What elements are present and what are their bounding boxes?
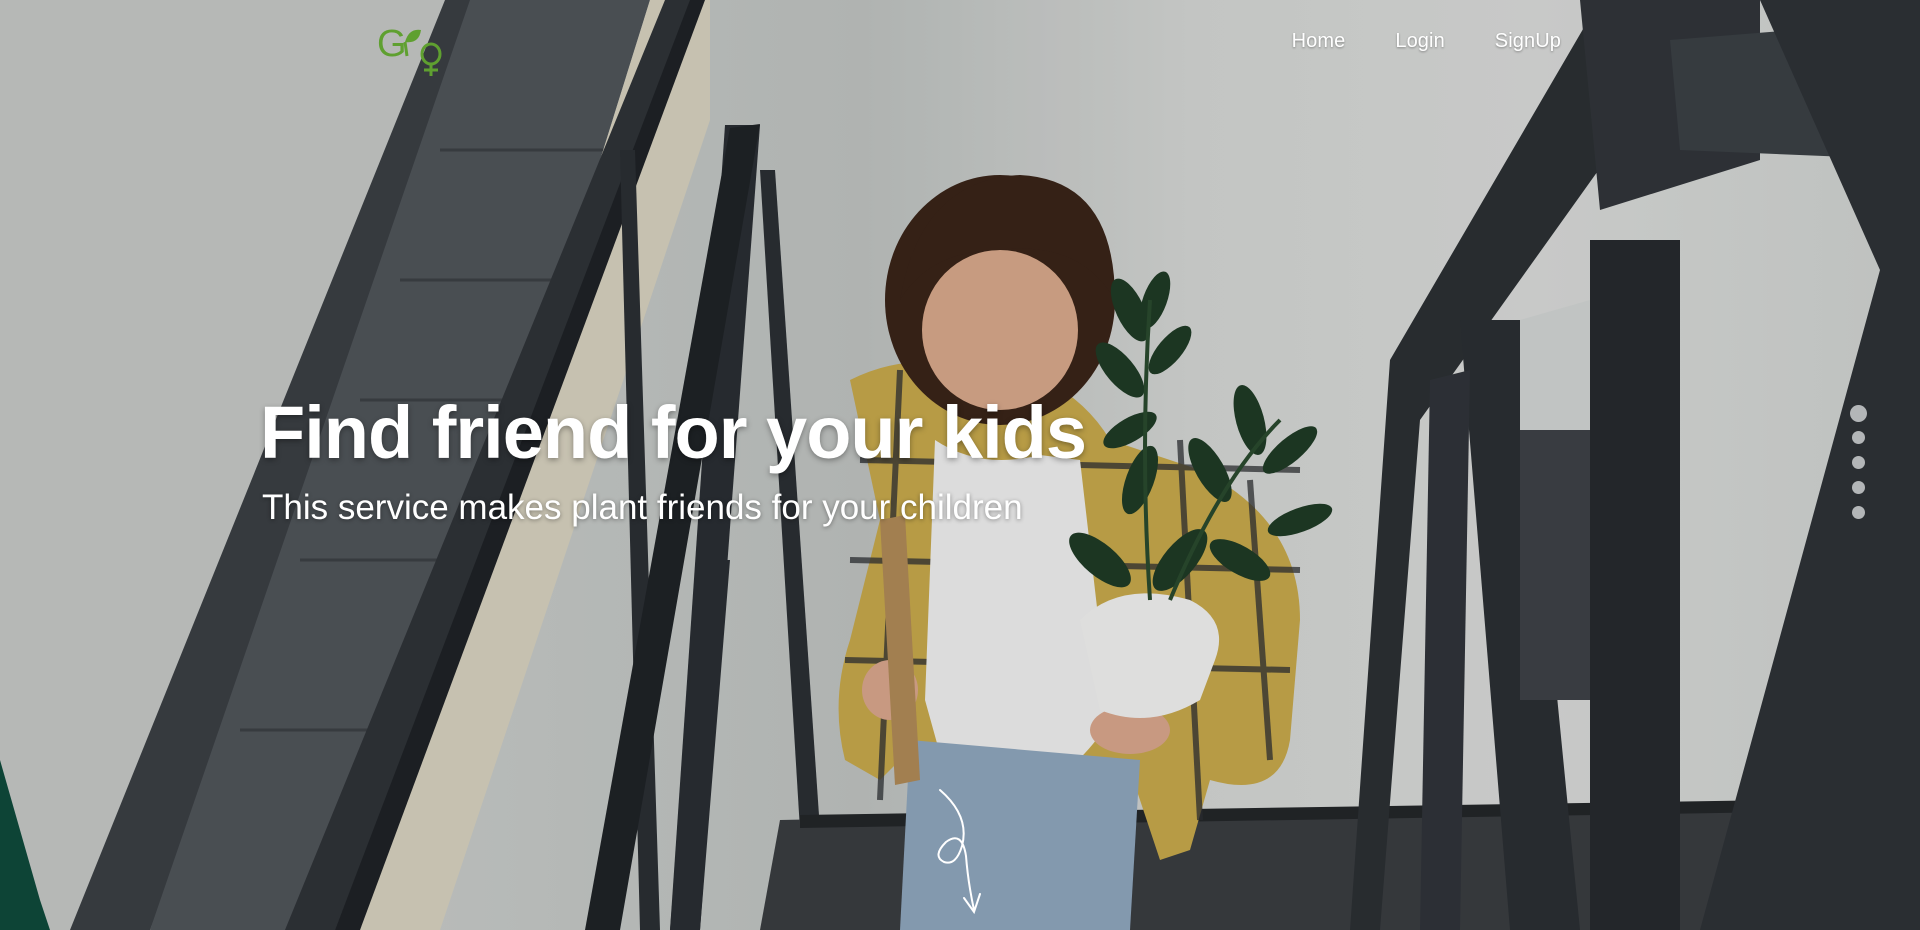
slider-dot-3[interactable] <box>1851 456 1865 469</box>
slider-dot-1[interactable] <box>1849 405 1867 422</box>
hero-section: G Home Login SignUp Find friend for your… <box>0 0 1920 930</box>
hero-headline: Find friend for your kids <box>260 391 1087 474</box>
nav-signup-link[interactable]: SignUp <box>1495 30 1561 53</box>
slider-dot-5[interactable] <box>1851 506 1865 519</box>
nav-login-link[interactable]: Login <box>1395 30 1444 53</box>
slider-pagination <box>1848 405 1868 531</box>
hero-subline: This service makes plant friends for you… <box>262 488 1023 527</box>
top-navbar: G Home Login SignUp <box>0 23 1920 76</box>
slider-dot-4[interactable] <box>1851 481 1865 494</box>
scroll-down-arrow-icon[interactable] <box>922 786 982 916</box>
gpf-logo-icon[interactable]: G <box>375 16 453 76</box>
nav-home-link[interactable]: Home <box>1292 30 1346 53</box>
svg-text:G: G <box>377 23 407 65</box>
main-menu: Home Login SignUp <box>1292 30 1561 53</box>
slider-dot-2[interactable] <box>1851 431 1865 444</box>
